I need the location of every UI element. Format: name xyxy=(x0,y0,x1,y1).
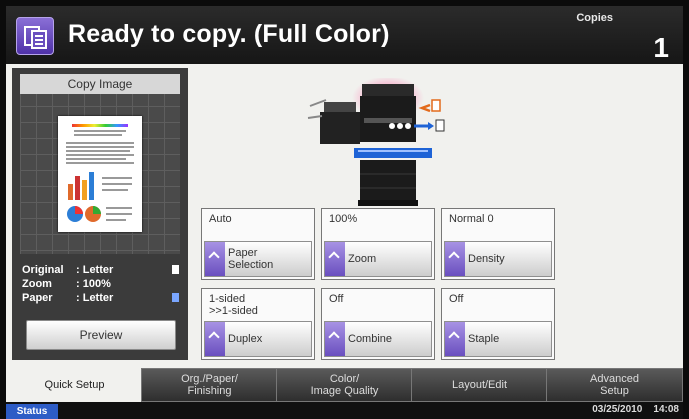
tab-org-paper-finishing[interactable]: Org./Paper/ Finishing xyxy=(141,368,278,402)
combine-button[interactable]: Combine xyxy=(324,321,432,357)
page-title: Ready to copy. (Full Color) xyxy=(68,20,390,48)
preview-button[interactable]: Preview xyxy=(26,320,176,350)
chevron-up-icon xyxy=(205,322,225,356)
copy-icon xyxy=(16,17,54,55)
chevron-up-icon xyxy=(445,242,465,276)
zoom-label: Zoom xyxy=(22,278,52,290)
chevron-up-icon xyxy=(325,322,345,356)
combine-label: Combine xyxy=(348,333,393,345)
zoom-value: : 100% xyxy=(76,278,111,290)
document-thumbnail xyxy=(58,116,142,232)
duplex-label: Duplex xyxy=(228,333,263,345)
staple-value: Off xyxy=(449,293,464,305)
paper-icon xyxy=(172,293,179,302)
zoom-button-label: Zoom xyxy=(348,253,377,265)
density-button[interactable]: Density xyxy=(444,241,552,277)
status-button[interactable]: Status xyxy=(6,404,58,419)
density-label: Density xyxy=(468,253,505,265)
copy-image-title: Copy Image xyxy=(20,74,180,94)
copies-count[interactable]: 1 xyxy=(653,32,669,64)
tab-advanced-setup[interactable]: Advanced Setup xyxy=(546,368,683,402)
time-display: 14:08 xyxy=(653,404,679,415)
tab-quick-setup[interactable]: Quick Setup xyxy=(6,368,143,402)
date-time: 03/25/2010 14:08 xyxy=(592,404,679,415)
date-display: 03/25/2010 xyxy=(592,404,643,415)
chevron-up-icon xyxy=(445,322,465,356)
combine-box: Off Combine xyxy=(321,288,435,360)
staple-box: Off Staple xyxy=(441,288,555,360)
duplex-button[interactable]: Duplex xyxy=(204,321,312,357)
zoom-box: 100% Zoom xyxy=(321,208,435,280)
tab-color-image-quality[interactable]: Color/ Image Quality xyxy=(276,368,413,402)
original-label: Original xyxy=(22,264,64,276)
density-value: Normal 0 xyxy=(449,213,494,225)
page-icon xyxy=(172,265,179,274)
staple-button[interactable]: Staple xyxy=(444,321,552,357)
copies-label: Copies xyxy=(576,12,613,24)
duplex-box: 1-sided >>1-sided Duplex xyxy=(201,288,315,360)
chevron-up-icon xyxy=(325,242,345,276)
zoom-button[interactable]: Zoom xyxy=(324,241,432,277)
density-box: Normal 0 Density xyxy=(441,208,555,280)
chevron-up-icon xyxy=(205,242,225,276)
duplex-value: 1-sided >>1-sided xyxy=(209,293,258,317)
paper-selection-button[interactable]: Paper Selection xyxy=(204,241,312,277)
main-panel: Copy Image Original: Letter Zoom: 100%… xyxy=(6,64,683,368)
function-tabs: Quick Setup Org./Paper/ Finishing Color/… xyxy=(6,368,683,402)
original-value: : Letter xyxy=(76,264,114,276)
combine-value: Off xyxy=(329,293,344,305)
paper-value: : Letter xyxy=(76,292,114,304)
paper-label: Paper xyxy=(22,292,53,304)
paper-selection-label: Paper Selection xyxy=(228,247,274,271)
tab-layout-edit[interactable]: Layout/Edit xyxy=(411,368,548,402)
status-bar: Status 03/25/2010 14:08 xyxy=(6,402,683,419)
zoom-setting-value: 100% xyxy=(329,213,358,225)
printer-illustration xyxy=(307,78,445,206)
paper-selection-value: Auto xyxy=(209,213,232,225)
header-bar: Ready to copy. (Full Color) Copies 1 xyxy=(6,6,683,64)
paper-selection-box: Auto Paper Selection xyxy=(201,208,315,280)
preview-pane: Copy Image Original: Letter Zoom: 100%… xyxy=(12,68,188,360)
staple-label: Staple xyxy=(468,333,500,345)
